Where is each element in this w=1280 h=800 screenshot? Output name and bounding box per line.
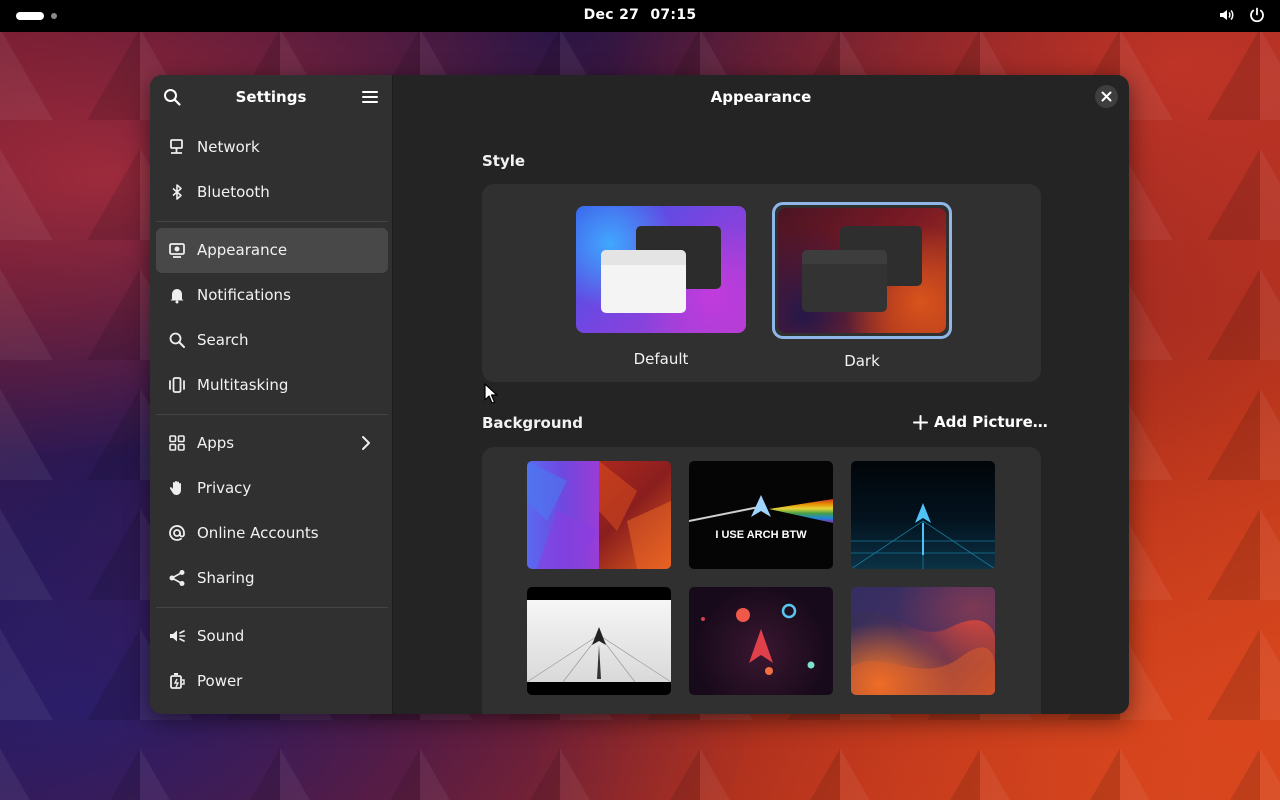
add-picture-button[interactable]: Add Picture… [913,413,1048,431]
background-section-heading: Background [482,414,583,432]
style-option-dark[interactable]: Dark [772,202,952,370]
wallpaper-thumbnail[interactable] [851,587,995,695]
sidebar-item-search[interactable]: Search [156,318,388,363]
system-tray[interactable] [1218,6,1266,24]
apps-icon [168,434,186,452]
style-selector: Default Dark [482,184,1041,382]
wallpaper-thumbnail[interactable] [851,461,995,569]
wallpaper-thumbnail[interactable] [527,461,671,569]
sidebar-item-label: Search [197,331,249,349]
sidebar-item-sound[interactable]: Sound [156,614,388,659]
wallpaper-thumbnail[interactable] [689,587,833,695]
hamburger-menu-icon [362,91,378,103]
abstract-waves-pattern [851,587,995,695]
sidebar-item-label: Notifications [197,286,291,304]
style-preview-dark [778,208,946,333]
sidebar: Settings Network Bluetooth Appearance No… [150,75,393,714]
power-icon [1250,7,1264,23]
style-option-default[interactable]: Default [576,206,746,368]
sidebar-item-appearance[interactable]: Appearance [156,228,388,273]
preview-window-front [802,250,887,312]
sidebar-separator [156,607,388,608]
preview-window-front [601,250,686,313]
sidebar-item-notifications[interactable]: Notifications [156,273,388,318]
style-option-label: Default [633,350,689,368]
clock[interactable]: Dec 27 07:15 [0,7,1280,23]
arch-synthwave-logo [851,503,995,569]
mouse-cursor [484,383,498,404]
sidebar-item-label: Online Accounts [197,524,319,542]
style-option-label: Dark [844,352,880,370]
sidebar-item-privacy[interactable]: Privacy [156,466,388,511]
sidebar-separator [156,414,388,415]
sidebar-item-label: Sound [197,627,245,645]
clock-time: 07:15 [650,7,697,23]
sidebar-item-label: Appearance [197,241,288,259]
sidebar-item-apps[interactable]: Apps [156,421,388,466]
sidebar-item-label: Sharing [197,569,255,587]
clock-date: Dec 27 [583,7,640,23]
arch-white-road-logo [527,627,671,683]
selected-style-outline [772,202,952,339]
sidebar-item-label: Power [197,672,243,690]
main-menu-button[interactable] [360,87,380,107]
at-icon [168,524,186,542]
network-icon [168,138,186,156]
search-icon [168,331,186,349]
volume-icon [1220,9,1234,21]
arch-space-logo [701,603,815,675]
page-title: Appearance [710,88,812,106]
settings-window: Settings Network Bluetooth Appearance No… [150,75,1129,714]
sidebar-item-label: Multitasking [197,376,289,394]
sidebar-list: Network Bluetooth Appearance Notificatio… [156,125,388,704]
sidebar-item-online-accounts[interactable]: Online Accounts [156,511,388,556]
sidebar-title: Settings [235,88,307,106]
add-picture-label: Add Picture… [934,413,1048,431]
wallpaper-caption: I USE ARCH BTW [715,529,807,541]
speaker-icon [168,627,186,645]
sidebar-item-power[interactable]: Power [156,659,388,704]
sidebar-item-label: Bluetooth [197,183,270,201]
sidebar-separator [156,221,388,222]
style-section-heading: Style [482,152,526,170]
wallpaper-thumbnail[interactable]: I USE ARCH BTW [689,461,833,569]
battery-icon [168,672,186,690]
bluetooth-icon [168,183,186,201]
share-icon [168,569,186,587]
sidebar-item-multitasking[interactable]: Multitasking [156,363,388,408]
style-preview-default [576,206,746,333]
hand-icon [168,479,186,497]
sidebar-item-label: Privacy [197,479,252,497]
chevron-right-icon [358,434,374,452]
sidebar-item-network[interactable]: Network [156,125,388,170]
sidebar-header: Settings [150,75,392,119]
geometric-pattern-icon [527,461,671,569]
close-icon [1101,91,1112,102]
sidebar-item-label: Apps [197,434,235,452]
plus-icon [913,414,928,430]
sidebar-item-bluetooth[interactable]: Bluetooth [156,170,388,215]
bell-icon [168,286,186,304]
appearance-icon [168,241,186,259]
close-button[interactable] [1095,85,1118,108]
wallpaper-thumbnail[interactable] [527,587,671,695]
appearance-panel: Appearance Style Default Dark Background… [393,75,1129,714]
sidebar-item-sharing[interactable]: Sharing [156,556,388,601]
multitasking-icon [168,376,186,394]
arch-prism-logo: I USE ARCH BTW [689,495,833,541]
wallpaper-grid: I USE ARCH BTW [482,447,1041,714]
top-bar: Dec 27 07:15 [0,0,1280,32]
sidebar-item-label: Network [197,138,260,156]
